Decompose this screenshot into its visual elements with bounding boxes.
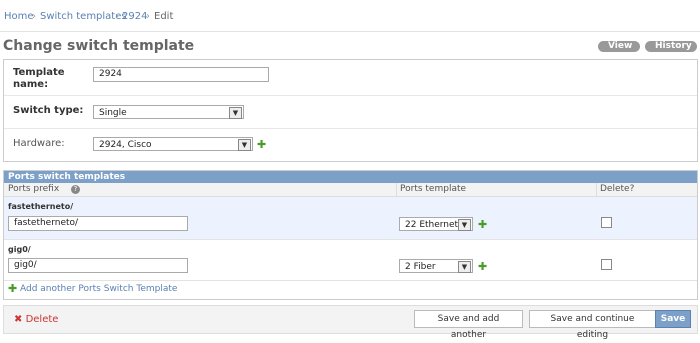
breadcrumb-separator: › [115,11,119,22]
breadcrumb-switch-templates-link[interactable]: Switch templates [40,11,127,22]
add-hardware-plus-icon[interactable]: ✚ [257,139,266,150]
chevron-down-icon: ▼ [458,261,471,273]
hardware-select[interactable]: 2924, Cisco ▼ [93,137,253,151]
add-another-ports-switch-template-link[interactable]: Add another Ports Switch Template [20,284,177,294]
ports-prefix-input[interactable]: gig0/ [8,258,188,273]
ports-template-select[interactable]: 2 Fiber ▼ [399,259,473,273]
inline-column-headers: Ports prefix ? Ports template Delete? [4,183,697,197]
column-delete: Delete? [600,184,635,194]
inline-row-title: gig0/ [8,245,31,254]
help-icon: ? [71,185,80,194]
template-name-row: Template name: 2924 [4,60,697,96]
template-name-label-line2: name: [13,79,49,90]
switch-type-select[interactable]: Single ▼ [93,105,244,119]
delete-checkbox[interactable] [601,259,612,270]
delete-label: Delete [25,314,59,325]
change-form: Template name: 2924 Switch type: Single … [3,59,698,162]
delete-x-icon: ✖ [14,314,23,325]
breadcrumb-separator: › [32,11,36,22]
hardware-label: Hardware: [13,138,65,149]
save-and-continue-editing-button[interactable]: Save and continue editing [529,310,656,340]
breadcrumb-home-link[interactable]: Home [4,11,34,22]
inline-row: gig0/ gig0/ 2 Fiber ▼ ✚ [4,240,697,281]
ports-prefix-input[interactable]: fastetherneto/ [8,216,188,231]
save-and-add-another-button[interactable]: Save and add another [414,310,523,340]
chevron-down-icon: ▼ [229,107,242,119]
hardware-row: Hardware: 2924, Cisco ▼ ✚ [4,129,697,160]
delete-checkbox[interactable] [601,217,612,228]
history-button[interactable]: History [645,41,697,52]
inline-row-title: fastetherneto/ [8,202,74,211]
submit-row: ✖ Delete Save and add another Save and c… [3,305,698,340]
inline-row: fastetherneto/ fastetherneto/ 22 Etherne… [4,197,697,240]
column-divider [596,183,597,196]
ports-template-select[interactable]: 22 Ethernet ▼ [399,217,473,231]
column-ports-prefix: Ports prefix [8,184,60,194]
switch-type-value: Single [99,108,127,118]
ports-template-value: 2 Fiber [405,262,436,272]
switch-type-label: Switch type: [13,105,84,116]
column-ports-template: Ports template [400,184,467,194]
hardware-value: 2924, Cisco [99,140,152,150]
add-icon: ✚ [8,282,18,295]
inline-header: Ports switch templates [4,171,697,183]
chevron-down-icon: ▼ [458,219,471,231]
view-button[interactable]: View [598,41,640,52]
template-name-label: Template [13,67,65,78]
column-divider [396,183,397,196]
breadcrumb: Home › Switch templates › 2924 › Edit [0,0,700,32]
inline-title: Ports switch templates [8,172,126,182]
ports-template-value: 22 Ethernet [405,220,459,230]
add-ports-template-plus-icon[interactable]: ✚ [478,261,487,272]
save-button[interactable]: Save [655,310,691,328]
breadcrumb-current: Edit [154,11,174,22]
add-ports-template-plus-icon[interactable]: ✚ [478,219,487,230]
breadcrumb-item-link[interactable]: 2924 [122,11,147,22]
switch-type-row: Switch type: Single ▼ [4,96,697,129]
breadcrumb-separator: › [146,11,150,22]
chevron-down-icon: ▼ [238,139,251,151]
page-title: Change switch template [3,38,195,54]
ports-switch-templates-inline: Ports switch templates Ports prefix ? Po… [3,170,698,300]
delete-link[interactable]: ✖ Delete [14,314,58,325]
template-name-input[interactable]: 2924 [93,67,269,82]
